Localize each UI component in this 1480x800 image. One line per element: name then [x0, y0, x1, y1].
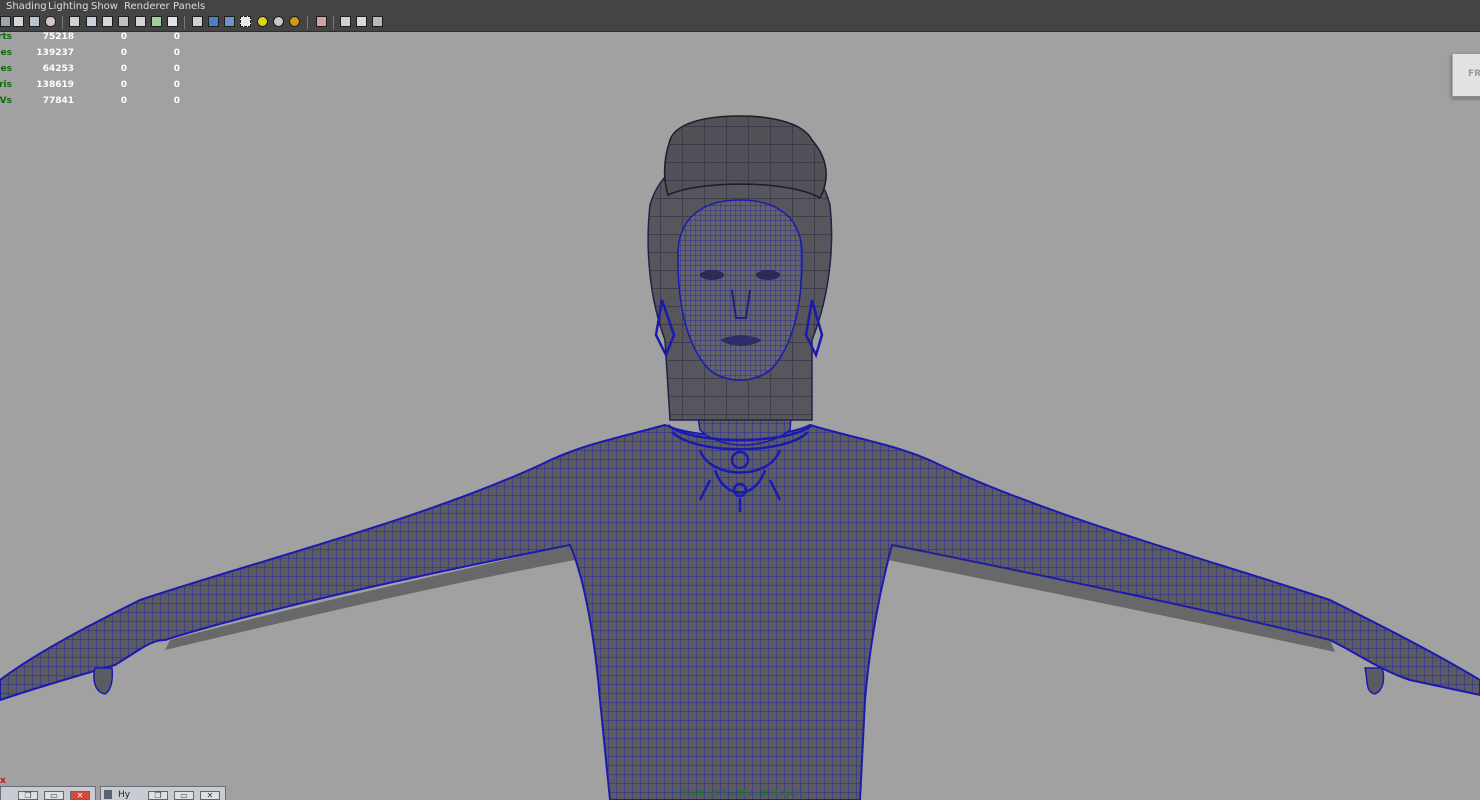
right-eye: [756, 270, 780, 280]
camera-layer-label: Front (defaultRenderLayer): [682, 789, 804, 799]
hud-value: 139237: [36, 48, 74, 58]
restore-button[interactable]: ❐: [148, 791, 168, 800]
menu-lighting[interactable]: Lighting: [48, 1, 88, 13]
smooth-shade-icon[interactable]: [208, 16, 219, 27]
camera-icon[interactable]: [0, 16, 11, 27]
close-button[interactable]: ✕: [200, 791, 220, 800]
film-gate-icon[interactable]: [86, 16, 97, 27]
hud-label-edges: Edges:: [0, 48, 12, 58]
menu-show[interactable]: Show: [91, 1, 118, 13]
hud-value: 0: [173, 48, 180, 58]
shadow-icon[interactable]: [289, 16, 300, 27]
hud-value: 0: [120, 32, 127, 42]
menu-renderer[interactable]: Renderer: [124, 1, 170, 13]
maximize-button[interactable]: ▭: [44, 791, 64, 800]
bookmark-icon[interactable]: [13, 16, 24, 27]
close-icon[interactable]: x: [0, 776, 6, 786]
isolate-select-icon[interactable]: [316, 16, 327, 27]
panel-toolbar: [0, 14, 1480, 32]
hud-value: 77841: [42, 96, 74, 106]
default-light-icon[interactable]: [257, 16, 268, 27]
menu-panels[interactable]: Panels: [173, 1, 205, 13]
toolbar-separator: [307, 16, 308, 29]
hud-label-faces: Faces:: [0, 64, 12, 74]
texture-icon[interactable]: [240, 16, 251, 27]
safe-title-icon[interactable]: [151, 16, 162, 27]
view-cube[interactable]: FRO: [1452, 54, 1480, 98]
light-icon[interactable]: [45, 16, 56, 27]
viewport-menubar: Shading Lighting Show Renderer Panels: [0, 0, 1480, 14]
hud-value: 0: [120, 48, 127, 58]
shade-wireframe-icon[interactable]: [224, 16, 235, 27]
wireframe-icon[interactable]: [192, 16, 203, 27]
hud-label-tris: Tris:: [0, 80, 12, 90]
resolution-gate-icon[interactable]: [102, 16, 113, 27]
close-button[interactable]: ✕: [70, 791, 90, 800]
toolbar-separator: [333, 16, 334, 29]
hypershade-icon: [104, 790, 112, 799]
front-viewport[interactable]: [0, 32, 1480, 800]
hud-value: 0: [120, 64, 127, 74]
text-icon[interactable]: [167, 16, 178, 27]
view-cube-label: FRO: [1468, 69, 1480, 79]
all-lights-icon[interactable]: [273, 16, 284, 27]
backface-icon[interactable]: [372, 16, 383, 27]
maximize-button[interactable]: ▭: [174, 791, 194, 800]
hud-label-uvs: UVs:: [0, 96, 12, 106]
hud-value: 0: [120, 80, 127, 90]
body-mesh: [0, 423, 1480, 800]
hud-value: 64253: [42, 64, 74, 74]
left-eye: [700, 270, 724, 280]
hud-label-verts: Verts:: [0, 32, 12, 42]
menu-shading[interactable]: Shading: [6, 1, 47, 13]
hud-value: 0: [173, 96, 180, 106]
head-mesh: [677, 199, 803, 381]
hud-value: 75218: [42, 32, 74, 42]
xray-joints-icon[interactable]: [356, 16, 367, 27]
toolbar-separator: [62, 16, 63, 29]
hud-value: 138619: [36, 80, 74, 90]
hud-value: 0: [173, 64, 180, 74]
hud-value: 0: [173, 80, 180, 90]
toolbar-separator: [184, 16, 185, 29]
character-mesh: [0, 115, 1480, 800]
restore-button[interactable]: ❐: [18, 791, 38, 800]
field-chart-icon[interactable]: [118, 16, 129, 27]
grid-icon[interactable]: [69, 16, 80, 27]
image-plane-icon[interactable]: [29, 16, 40, 27]
poly-count-hud: Verts: 75218 0 0 Edges: 139237 0 0 Faces…: [0, 32, 200, 112]
window-title: Hy: [118, 790, 131, 800]
safe-action-icon[interactable]: [135, 16, 146, 27]
hud-value: 0: [173, 32, 180, 42]
xray-icon[interactable]: [340, 16, 351, 27]
hud-value: 0: [120, 96, 127, 106]
